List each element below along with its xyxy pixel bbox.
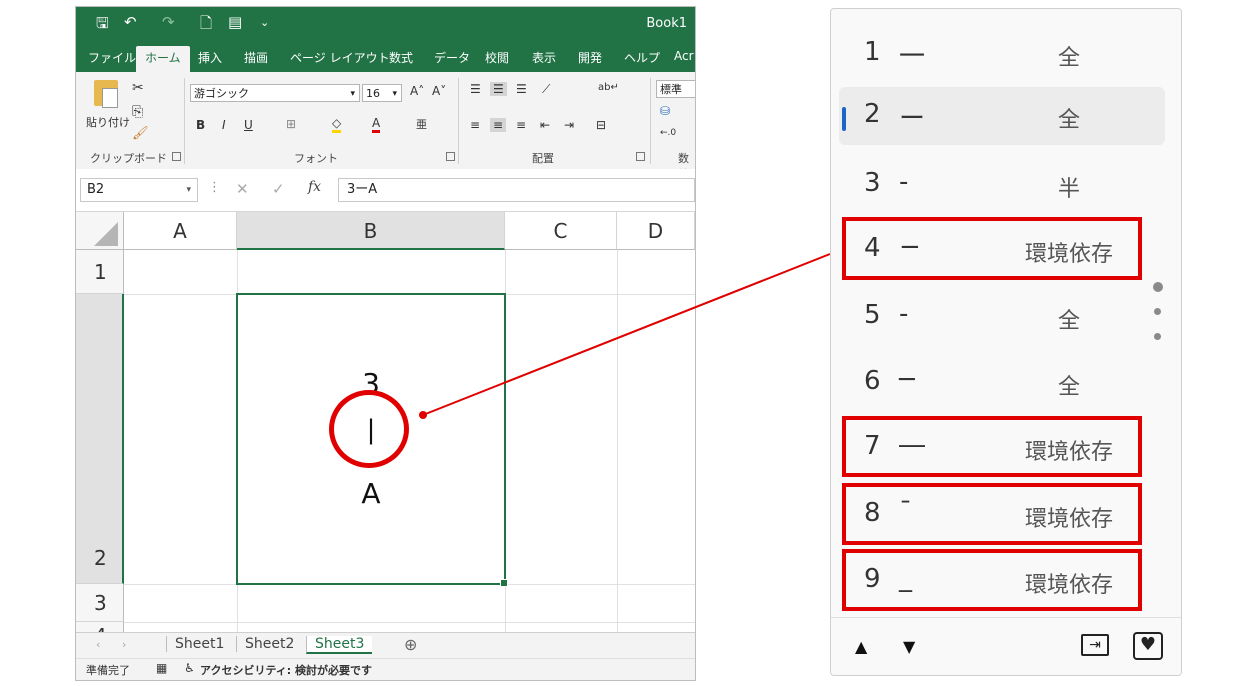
- candidate-number: 2: [864, 99, 881, 129]
- candidate-char: -: [899, 167, 909, 197]
- candidate-number: 3: [864, 168, 881, 198]
- candidate-desc: 全: [1057, 309, 1080, 334]
- selection-indicator: [842, 107, 846, 131]
- candidate-desc: 半: [1057, 177, 1080, 202]
- candidate-desc: 全: [1057, 46, 1080, 71]
- highlight-candidate-7: [842, 416, 1142, 477]
- highlight-candidate-4: [842, 217, 1142, 280]
- candidate-2[interactable]: 2 ー 全: [839, 87, 1165, 145]
- candidate-number: 1: [864, 37, 881, 67]
- candidate-char: 一: [899, 42, 926, 72]
- page-down-icon[interactable]: ▼: [903, 637, 915, 656]
- highlight-candidate-8: [842, 483, 1142, 545]
- highlight-candidate-9: [842, 549, 1142, 611]
- candidate-number: 5: [864, 300, 881, 330]
- annotation-line: [422, 253, 831, 416]
- annotation-dot: [419, 411, 427, 419]
- candidate-6[interactable]: 6 ─ 全: [839, 354, 1165, 412]
- candidate-number: 6: [864, 366, 881, 396]
- ime-footer: ▲ ▼ ⇥ ♥: [831, 617, 1181, 675]
- candidate-char: ─: [899, 365, 915, 395]
- favorite-icon[interactable]: ♥: [1133, 632, 1163, 660]
- candidate-5[interactable]: 5 ‐ 全: [839, 288, 1165, 346]
- candidate-desc: 全: [1057, 375, 1080, 400]
- candidate-char: ‐: [899, 299, 909, 329]
- scroll-dot: [1154, 333, 1161, 340]
- expand-panel-icon[interactable]: ⇥: [1081, 634, 1109, 656]
- candidate-1[interactable]: 1 一 全: [839, 25, 1165, 83]
- candidate-desc: 全: [1057, 108, 1080, 133]
- candidate-char: ー: [899, 104, 926, 134]
- page-up-icon[interactable]: ▲: [855, 637, 867, 656]
- scroll-dot: [1153, 282, 1163, 292]
- candidate-3[interactable]: 3 - 半: [839, 156, 1165, 214]
- scroll-dot: [1154, 308, 1161, 315]
